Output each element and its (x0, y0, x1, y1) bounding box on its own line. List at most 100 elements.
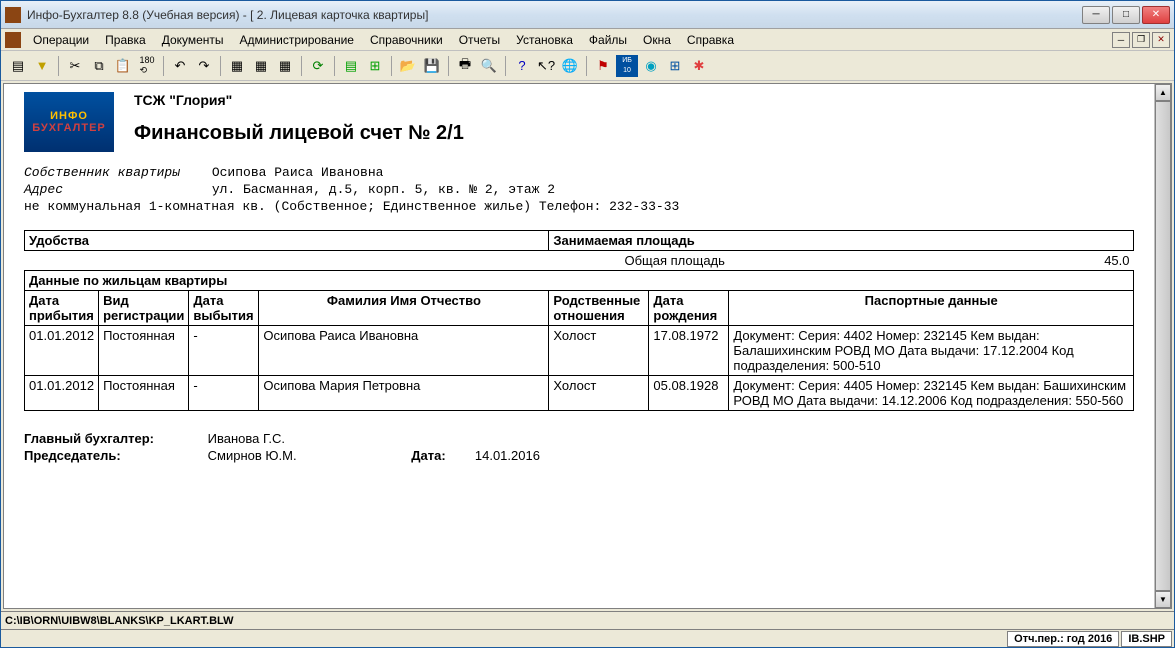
statusbar2: Отч.пер.: год 2016 IB.SHP (1, 629, 1174, 647)
status-file: IB.SHP (1121, 631, 1172, 647)
date-value: 14.01.2016 (475, 448, 540, 463)
menu-directories[interactable]: Справочники (362, 31, 451, 49)
accountant-value: Иванова Г.С. (208, 431, 408, 446)
menu-setup[interactable]: Установка (508, 31, 581, 49)
status-path: C:\IB\ORN\UIBW8\BLANKS\KP_LKART.BLW (1, 615, 1174, 627)
doc-title: Финансовый лицевой счет № 2/1 (24, 122, 1134, 145)
paste-icon[interactable]: 📋 (112, 55, 134, 77)
cell-birth: 05.08.1928 (649, 376, 729, 411)
accountant-label: Главный бухгалтер: (24, 431, 204, 446)
total-area-value: 45.0 (729, 251, 1134, 271)
app-window: Инфо-Бухгалтер 8.8 (Учебная версия) - [ … (0, 0, 1175, 648)
cell-arrival: 01.01.2012 (25, 376, 99, 411)
grid1-icon[interactable]: ▦ (226, 55, 248, 77)
cell-passport: Документ: Серия: 4405 Номер: 232145 Кем … (729, 376, 1134, 411)
maximize-button[interactable]: □ (1112, 6, 1140, 24)
refresh-icon[interactable]: ⟳ (307, 55, 329, 77)
ib10-icon[interactable]: ИБ10 (616, 55, 638, 77)
filter-icon[interactable]: ▼ (31, 55, 53, 77)
menu-edit[interactable]: Правка (97, 31, 154, 49)
menu-admin[interactable]: Администрирование (232, 31, 362, 49)
pointer-help-icon[interactable]: ↖? (535, 55, 557, 77)
logo: ИНФО БУХГАЛТЕР (24, 92, 114, 152)
copy-icon[interactable]: ⧉ (88, 55, 110, 77)
total-area-label: Общая площадь (549, 251, 729, 271)
address-value: ул. Басманная, д.5, корп. 5, кв. № 2, эт… (212, 182, 555, 197)
menu-app-icon[interactable] (5, 32, 21, 48)
menu-operations[interactable]: Операции (25, 31, 97, 49)
status-period: Отч.пер.: год 2016 (1007, 631, 1119, 647)
mdi-minimize-button[interactable]: ─ (1112, 32, 1130, 48)
logo-line2: БУХГАЛТЕР (32, 122, 106, 134)
cell-fio: Осипова Мария Петровна (259, 376, 549, 411)
col-relation: Родственные отношения (549, 291, 649, 326)
cell-regtype: Постоянная (99, 376, 189, 411)
toolbar: ▤ ▼ ✂ ⧉ 📋 180⟲ ↶ ↷ ▦ ▦ ▦ ⟳ ▤ ⊞ 📂 💾 🖶 🔍 ?… (1, 51, 1174, 81)
cell-fio: Осипова Раиса Ивановна (259, 326, 549, 376)
owner-label: Собственник квартиры (24, 165, 204, 180)
redo-icon[interactable]: ↷ (193, 55, 215, 77)
menu-windows[interactable]: Окна (635, 31, 679, 49)
undo-icon[interactable]: ↶ (169, 55, 191, 77)
grid2-icon[interactable]: ▦ (250, 55, 272, 77)
cell-passport: Документ: Серия: 4402 Номер: 232145 Кем … (729, 326, 1134, 376)
scrollbar-track[interactable] (1155, 101, 1171, 591)
menu-reports[interactable]: Отчеты (451, 31, 508, 49)
menu-help[interactable]: Справка (679, 31, 742, 49)
app-icon (5, 7, 21, 23)
col-fio: Фамилия Имя Отчество (259, 291, 549, 326)
col-arrival: Дата прибытия (25, 291, 99, 326)
cell-relation: Холост (549, 376, 649, 411)
area-header: Занимаемая площадь (549, 231, 1134, 251)
table-icon[interactable]: ▤ (340, 55, 362, 77)
mdi-restore-button[interactable]: ❐ (1132, 32, 1150, 48)
col-departure: Дата выбытия (189, 291, 259, 326)
scrollbar-thumb[interactable] (1155, 101, 1171, 591)
grid3-icon[interactable]: ▦ (274, 55, 296, 77)
scroll-up-button[interactable]: ▲ (1155, 84, 1171, 101)
preview-icon[interactable]: 🔍 (478, 55, 500, 77)
table-row: 01.01.2012 Постоянная - Осипова Раиса Ив… (25, 326, 1134, 376)
windows-icon[interactable]: ⊞ (664, 55, 686, 77)
statusbar: C:\IB\ORN\UIBW8\BLANKS\KP_LKART.BLW (1, 611, 1174, 629)
col-birth: Дата рождения (649, 291, 729, 326)
window-controls: ─ □ ✕ (1082, 6, 1170, 24)
cell-arrival: 01.01.2012 (25, 326, 99, 376)
close-button[interactable]: ✕ (1142, 6, 1170, 24)
print-icon[interactable]: 🖶 (454, 55, 476, 77)
help-icon[interactable]: ? (511, 55, 533, 77)
owner-info: Собственник квартиры Осипова Раиса Ивано… (24, 165, 1134, 214)
open-icon[interactable]: 📂 (397, 55, 419, 77)
menubar: Операции Правка Документы Администрирова… (1, 29, 1174, 51)
owner-value: Осипова Раиса Ивановна (212, 165, 384, 180)
col-regtype: Вид регистрации (99, 291, 189, 326)
address-label: Адрес (24, 182, 204, 197)
signature-block: Главный бухгалтер: Иванова Г.С. Председа… (24, 431, 1134, 463)
save-icon[interactable]: 💾 (421, 55, 443, 77)
calc-icon[interactable]: ⊞ (364, 55, 386, 77)
cell-birth: 17.08.1972 (649, 326, 729, 376)
scroll-down-button[interactable]: ▼ (1155, 591, 1171, 608)
amenities-header: Удобства (25, 231, 549, 251)
cell-departure: - (189, 376, 259, 411)
asterisk-icon[interactable]: ✱ (688, 55, 710, 77)
chairman-label: Председатель: (24, 448, 204, 463)
cut-icon[interactable]: ✂ (64, 55, 86, 77)
menu-documents[interactable]: Документы (154, 31, 232, 49)
mdi-close-button[interactable]: ✕ (1152, 32, 1170, 48)
cell-relation: Холост (549, 326, 649, 376)
vertical-scrollbar[interactable]: ▲ ▼ (1154, 84, 1171, 608)
titlebar[interactable]: Инфо-Бухгалтер 8.8 (Учебная версия) - [ … (1, 1, 1174, 29)
logo-line1: ИНФО (50, 110, 88, 122)
globe-icon[interactable]: 🌐 (559, 55, 581, 77)
menu-files[interactable]: Файлы (581, 31, 635, 49)
document-body: ИНФО БУХГАЛТЕР ТСЖ "Глория" Финансовый л… (4, 84, 1154, 608)
table-row: 01.01.2012 Постоянная - Осипова Мария Пе… (25, 376, 1134, 411)
rotate-icon[interactable]: 180⟲ (136, 55, 158, 77)
flag-icon[interactable]: ⚑ (592, 55, 614, 77)
document-area: ИНФО БУХГАЛТЕР ТСЖ "Глория" Финансовый л… (3, 83, 1172, 609)
db-icon[interactable]: ◉ (640, 55, 662, 77)
cell-regtype: Постоянная (99, 326, 189, 376)
minimize-button[interactable]: ─ (1082, 6, 1110, 24)
new-icon[interactable]: ▤ (7, 55, 29, 77)
